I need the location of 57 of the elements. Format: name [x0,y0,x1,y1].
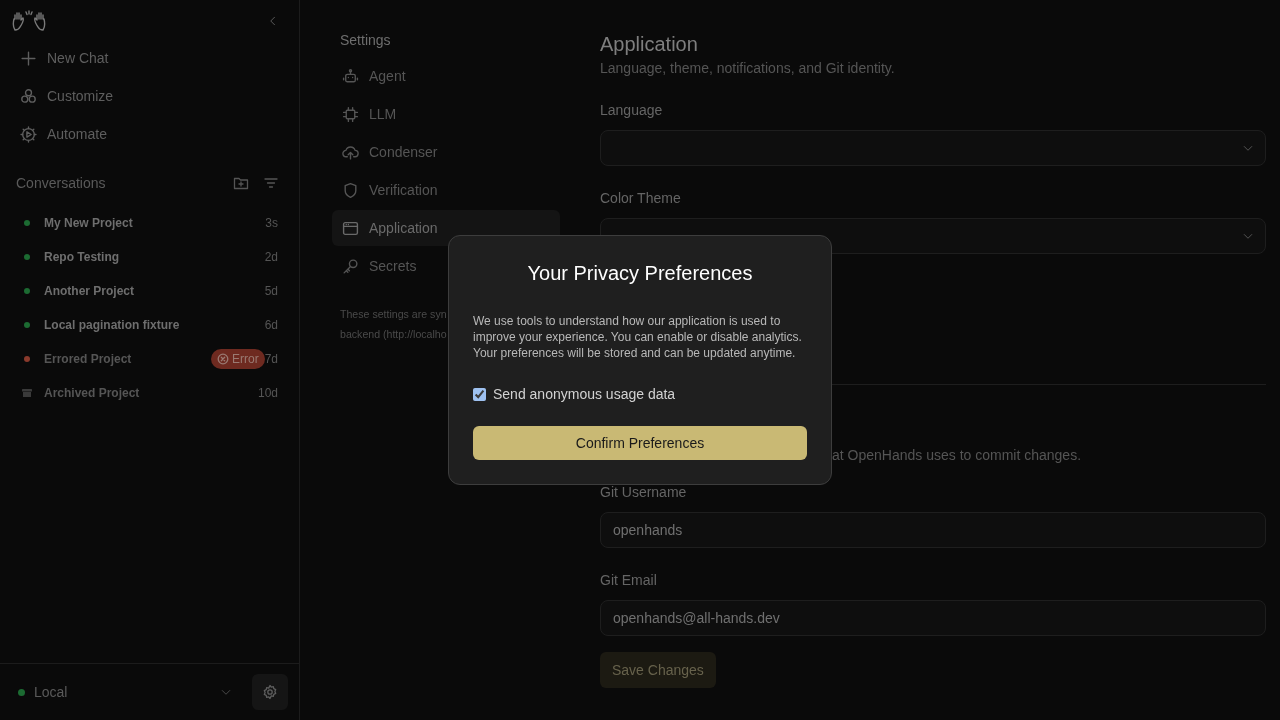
cloud-upload-icon [342,143,359,161]
time-label: 3s [265,216,278,230]
settings-tab[interactable]: Verification [332,172,560,208]
settings-button[interactable] [252,674,288,710]
page-title: Application [600,32,699,56]
nav-item[interactable]: Customize [0,77,299,115]
note-text: backend (http://localho [340,327,447,342]
time-label: 5d [264,284,278,298]
conversation-item[interactable]: Archived Project 10d [0,376,299,410]
note-text: These settings are syn [340,307,447,322]
settings-tab[interactable]: LLM [332,96,560,132]
conversation-item[interactable]: My New Project 3s [0,206,299,240]
settings-tab[interactable]: Condenser [332,134,560,170]
input-field[interactable]: openhands@all-hands.dev [600,600,1266,636]
select-field[interactable] [600,130,1266,166]
badge-label: Error [231,352,259,366]
conversation-item[interactable]: Another Project 5d [0,274,299,308]
page-subtitle: Language, theme, notifications, and Git identity. [600,59,896,78]
settings-icon [262,684,278,700]
conversation-item[interactable]: Local pagination fixture 6d [0,308,299,342]
archive-icon [22,389,32,397]
conversation-item[interactable]: Repo Testing 2d [0,240,299,274]
time-label: 2d [264,250,278,264]
dialog-text: We use tools to understand how our application is used to improve your experience. You can enable or disable analytics. Your preferences will be stored and can be updated anytime. [473,313,803,361]
conversation-item[interactable]: Errored Project Error 7d [0,342,299,376]
folder-plus-icon [233,175,249,191]
time-label: 6d [264,318,278,332]
runtime-selector[interactable]: Local [18,684,232,700]
field-label: Git Email [600,572,658,589]
settings-tab[interactable]: Agent [332,58,560,94]
checkbox-label: Send anonymous usage data [493,386,676,402]
runtime-label: Local [34,684,69,700]
window-icon [342,219,359,237]
field-label: Git Username [600,484,688,501]
time-label: 10d [257,386,278,400]
confirm-button[interactable]: Confirm Preferences [473,426,807,460]
nav-item[interactable]: New Chat [0,39,299,77]
nav-item[interactable]: Automate [0,115,299,153]
error-circle-icon [216,353,229,365]
section-description: at OpenHands uses to commit changes. [832,446,1083,464]
checkbox[interactable] [473,387,486,401]
dialog-title: Your Privacy Preferences [526,261,754,286]
time-label: 7d [264,352,278,366]
filter-icon [263,175,279,191]
circles-icon [20,87,37,105]
key-icon [342,257,359,275]
gear-play-icon [20,125,37,143]
raised-hands-logo [12,9,46,32]
settings-title: Settings [339,32,392,50]
chip-icon [342,105,359,123]
shield-icon [342,181,359,199]
robot-icon [342,67,359,85]
field-label: Color Theme [600,190,682,207]
plus-icon [20,49,37,67]
field-label: Language [600,102,664,119]
input-field[interactable]: openhands [600,512,1266,548]
section-title: Conversations [16,175,106,191]
